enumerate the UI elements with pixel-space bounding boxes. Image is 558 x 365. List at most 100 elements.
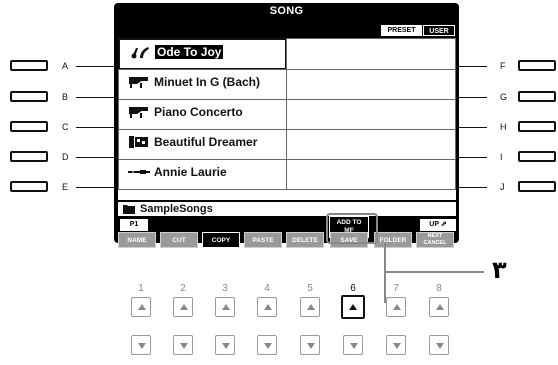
page-tab-p1[interactable]: P1 [120, 219, 148, 231]
tab-preset[interactable]: PRESET [381, 25, 422, 36]
song-label: Piano Concerto [154, 105, 243, 119]
song-item-minuet[interactable]: Minuet In G (Bach) [118, 69, 287, 100]
down-arrow-icon [436, 343, 444, 349]
up-arrow-icon [264, 304, 272, 310]
side-button-b[interactable] [10, 91, 48, 102]
down-button-6[interactable] [343, 335, 363, 355]
callout-connector-line [384, 243, 386, 303]
down-button-2[interactable] [173, 335, 193, 355]
song-slot-empty[interactable] [286, 38, 456, 70]
side-button-i-line [459, 157, 487, 158]
callout-connector-line [386, 271, 484, 273]
tab-user[interactable]: USER [423, 25, 455, 36]
up-button-8[interactable] [429, 297, 449, 317]
side-button-j-label: J [500, 182, 505, 192]
song-item-ode-to-joy[interactable]: Ode To Joy [118, 38, 287, 70]
side-button-b-line [76, 97, 114, 98]
side-button-f-label: F [500, 61, 506, 71]
up-button[interactable]: UP ⇗ [420, 219, 456, 231]
side-button-c-label: C [62, 122, 69, 132]
side-button-d-label: D [62, 152, 69, 162]
number-label-5: 5 [307, 283, 313, 294]
side-button-h[interactable] [518, 121, 556, 132]
number-label-1: 1 [138, 283, 144, 294]
side-button-j-line [459, 187, 487, 188]
up-button-3[interactable] [215, 297, 235, 317]
lcd-screen: SONG PRESET USER Ode To Joy Minuet In G … [114, 3, 459, 248]
side-button-g-label: G [500, 92, 508, 102]
down-button-8[interactable] [429, 335, 449, 355]
number-label-8: 8 [436, 283, 442, 294]
down-arrow-icon [264, 343, 272, 349]
number-label-4: 4 [264, 283, 270, 294]
up-arrow-icon [138, 304, 146, 310]
side-button-i-label: I [500, 152, 503, 162]
screen-title: SONG [269, 5, 304, 17]
song-slot-empty[interactable] [286, 159, 456, 190]
down-button-3[interactable] [215, 335, 235, 355]
side-button-f-line [459, 66, 487, 67]
up-arrow-icon [436, 304, 444, 310]
folder-name: SampleSongs [140, 203, 213, 215]
up-label: UP [429, 221, 439, 228]
soft-button-paste[interactable]: PASTE [244, 232, 282, 248]
folder-icon [123, 205, 135, 214]
down-arrow-icon [307, 343, 315, 349]
side-button-f[interactable] [518, 60, 556, 71]
soft-button-next-cancel[interactable]: NEXT CANCEL [416, 232, 454, 248]
side-button-j[interactable] [518, 181, 556, 192]
down-arrow-icon [138, 343, 146, 349]
side-button-d[interactable] [10, 151, 48, 162]
song-item-annie-laurie[interactable]: Annie Laurie [118, 159, 287, 190]
side-button-g[interactable] [518, 91, 556, 102]
side-button-e-label: E [62, 182, 69, 192]
up-arrow-icon [222, 304, 230, 310]
up-arrow-icon [180, 304, 188, 310]
number-label-6: 6 [350, 283, 356, 294]
soft-button-name[interactable]: NAME [118, 232, 156, 248]
up-button-7[interactable] [386, 297, 406, 317]
up-button-6[interactable] [341, 295, 365, 319]
up-button-4[interactable] [257, 297, 277, 317]
keyboard-style-icon [129, 136, 148, 148]
song-item-beautiful-dreamer[interactable]: Beautiful Dreamer [118, 129, 287, 160]
callout-number: ٣ [492, 256, 507, 284]
side-button-e[interactable] [10, 181, 48, 192]
grand-piano-icon [129, 107, 148, 118]
down-button-7[interactable] [386, 335, 406, 355]
down-button-1[interactable] [131, 335, 151, 355]
side-button-c-line [76, 127, 114, 128]
number-label-3: 3 [222, 283, 228, 294]
song-slot-empty[interactable] [286, 129, 456, 160]
number-label-2: 2 [180, 283, 186, 294]
number-label-7: 7 [393, 283, 399, 294]
song-slot-empty[interactable] [286, 99, 456, 130]
soft-button-copy[interactable]: COPY [202, 232, 240, 248]
song-label: Ode To Joy [155, 45, 224, 59]
side-button-e-line [76, 187, 114, 188]
up-button-5[interactable] [300, 297, 320, 317]
down-arrow-icon [393, 343, 401, 349]
soft-button-cut[interactable]: CUT [160, 232, 198, 248]
side-button-b-label: B [62, 92, 69, 102]
side-button-h-label: H [500, 122, 507, 132]
song-slot-empty[interactable] [286, 69, 456, 100]
side-button-d-line [76, 157, 114, 158]
up-button-1[interactable] [131, 297, 151, 317]
voice-song-icon [131, 47, 149, 59]
soft-button-folder[interactable]: FOLDER [374, 232, 412, 248]
side-button-c[interactable] [10, 121, 48, 132]
song-list: Ode To Joy Minuet In G (Bach) Piano Conc… [118, 38, 456, 200]
side-button-i[interactable] [518, 151, 556, 162]
side-button-g-line [459, 97, 487, 98]
soft-button-delete[interactable]: DELETE [286, 232, 324, 248]
side-button-a[interactable] [10, 60, 48, 71]
side-button-h-line [459, 127, 487, 128]
flute-icon [128, 170, 150, 174]
up-button-2[interactable] [173, 297, 193, 317]
song-item-piano-concerto[interactable]: Piano Concerto [118, 99, 287, 130]
up-arrow-icon: ⇗ [440, 221, 447, 228]
folder-bar: SampleSongs [118, 202, 456, 216]
down-button-4[interactable] [257, 335, 277, 355]
down-button-5[interactable] [300, 335, 320, 355]
